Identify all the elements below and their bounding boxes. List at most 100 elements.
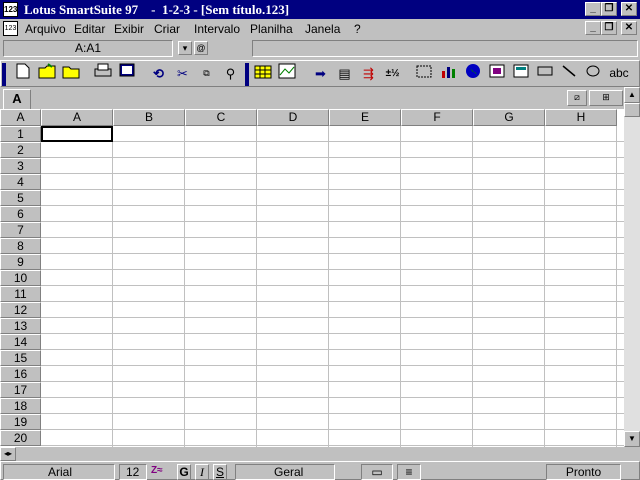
text-icon[interactable]: abc [605, 63, 633, 86]
menu-intervalo[interactable]: Intervalo [194, 22, 240, 36]
number-format-selector[interactable]: Geral [235, 464, 335, 480]
copy-paste-icon[interactable]: ⧉ [195, 63, 218, 86]
scroll-down-icon[interactable]: ▼ [624, 431, 640, 447]
column-header-b[interactable]: B [113, 109, 185, 126]
tab-tools: ⧄ ⊞ [567, 90, 623, 106]
row-header-19[interactable]: 19 [0, 414, 41, 430]
row-header-2[interactable]: 2 [0, 142, 41, 158]
new-file-icon[interactable] [11, 63, 34, 86]
row-header-12[interactable]: 12 [0, 302, 41, 318]
minimize-button[interactable]: _ [585, 2, 601, 16]
open-folder-icon[interactable] [59, 63, 82, 86]
italic-button[interactable]: I [195, 464, 209, 480]
lotus-app-icon[interactable]: 123 [3, 2, 18, 17]
row-header-15[interactable]: 15 [0, 350, 41, 366]
row-header-9[interactable]: 9 [0, 254, 41, 270]
toolbar-separator [85, 63, 89, 86]
globe-icon[interactable] [461, 63, 484, 86]
column-header-a[interactable]: A [41, 109, 113, 126]
row-header-3[interactable]: 3 [0, 158, 41, 174]
font-selector[interactable]: Arial [3, 464, 115, 480]
row-header-14[interactable]: 14 [0, 334, 41, 350]
column-header-c[interactable]: C [185, 109, 257, 126]
row-header-10[interactable]: 10 [0, 270, 41, 286]
row-header-7[interactable]: 7 [0, 222, 41, 238]
vertical-scrollbar[interactable]: ▲ ▼ [624, 87, 640, 447]
column-header-h[interactable]: H [545, 109, 617, 126]
form-icon[interactable] [509, 63, 532, 86]
menu-arquivo[interactable]: Arquivo [25, 22, 66, 36]
style-icon[interactable]: ▭ [361, 464, 393, 480]
select-icon[interactable] [413, 63, 436, 86]
font-size-selector[interactable]: 12 [119, 464, 147, 480]
scroll-thumb[interactable] [624, 103, 640, 117]
row-header-20[interactable]: 20 [0, 430, 41, 446]
navigator-icon[interactable]: ▾ [178, 41, 192, 55]
arrow-right-icon[interactable]: ➡ [309, 63, 332, 86]
document-icon[interactable]: 123 [3, 21, 18, 36]
row-header-6[interactable]: 6 [0, 206, 41, 222]
contents-box[interactable] [252, 40, 638, 57]
row-header-1[interactable]: 1 [0, 126, 41, 142]
cut-icon[interactable]: ✂ [171, 63, 194, 86]
row-header-4[interactable]: 4 [0, 174, 41, 190]
row-header-13[interactable]: 13 [0, 318, 41, 334]
bar-chart-icon[interactable] [437, 63, 460, 86]
open-file-icon[interactable] [35, 63, 58, 86]
column-header-d[interactable]: D [257, 109, 329, 126]
rectangle-icon[interactable] [533, 63, 556, 86]
column-header-g[interactable]: G [473, 109, 545, 126]
grid-vline [184, 126, 185, 447]
insert-range-icon[interactable] [251, 63, 274, 86]
row-header-18[interactable]: 18 [0, 398, 41, 414]
at-function-icon[interactable]: @ [194, 41, 208, 55]
menu-exibir[interactable]: Exibir [114, 22, 144, 36]
paste-format-icon[interactable]: ⚲ [219, 63, 242, 86]
alignment-icon[interactable]: ≡ [397, 464, 421, 480]
doc-minimize-button[interactable]: _ [585, 21, 601, 35]
new-sheet-icon[interactable]: ⊞ [589, 90, 623, 106]
doc-close-button[interactable]: ✕ [621, 21, 637, 35]
sheet-corner[interactable]: A [0, 109, 41, 126]
worksheet-grid[interactable]: A ABCDEFGH 1 2 3 4 5 6 7 8 9 10 11 12 13 14 15 16 17 18 19… [0, 109, 624, 447]
menu-criar[interactable]: Criar [154, 22, 180, 36]
fraction-icon[interactable]: ±½ [381, 63, 404, 86]
row-header-11[interactable]: 11 [0, 286, 41, 302]
toolbar-handle[interactable] [2, 63, 6, 86]
close-button[interactable]: ✕ [621, 2, 637, 16]
row-header-5[interactable]: 5 [0, 190, 41, 206]
cell-pointer-a1[interactable] [41, 126, 113, 142]
grid-vline [400, 126, 401, 447]
line-icon[interactable] [557, 63, 580, 86]
underline-button[interactable]: S [213, 464, 227, 480]
row-header-16[interactable]: 16 [0, 366, 41, 382]
fill-icon[interactable]: ⇶ [357, 63, 380, 86]
doc-restore-button[interactable]: ❐ [601, 21, 617, 35]
undo-icon[interactable]: ⟲ [147, 63, 170, 86]
column-header-e[interactable]: E [329, 109, 401, 126]
mode-indicator: Pronto [546, 464, 621, 480]
sheet-tab-a[interactable]: A [3, 89, 31, 109]
scroll-up-icon[interactable]: ▲ [624, 87, 640, 103]
range-selector-icon[interactable]: ⧄ [567, 90, 587, 106]
ellipse-icon[interactable] [581, 63, 604, 86]
chart-icon[interactable] [275, 63, 298, 86]
cell-reference-box[interactable]: A:A1 [3, 40, 173, 57]
print-icon[interactable] [91, 63, 114, 86]
menu-planilha[interactable]: Planilha [250, 22, 293, 36]
row-header-8[interactable]: 8 [0, 238, 41, 254]
bold-button[interactable]: G [177, 464, 191, 480]
menu-help[interactable]: ? [354, 22, 361, 36]
print-preview-icon[interactable] [115, 63, 138, 86]
row-header-17[interactable]: 17 [0, 382, 41, 398]
color-icon[interactable]: Z≈ [151, 464, 175, 480]
menu-editar[interactable]: Editar [74, 22, 105, 36]
maximize-button[interactable]: ❐ [601, 2, 617, 16]
image-icon[interactable] [485, 63, 508, 86]
menu-janela[interactable]: Janela [305, 22, 340, 36]
column-header-f[interactable]: F [401, 109, 473, 126]
grid-hline [41, 269, 624, 270]
split-icon[interactable]: ◂▸ [0, 447, 16, 461]
sort-icon[interactable]: ▤ [333, 63, 356, 86]
sheet-tab-row: A ⧄ ⊞ [0, 87, 640, 109]
